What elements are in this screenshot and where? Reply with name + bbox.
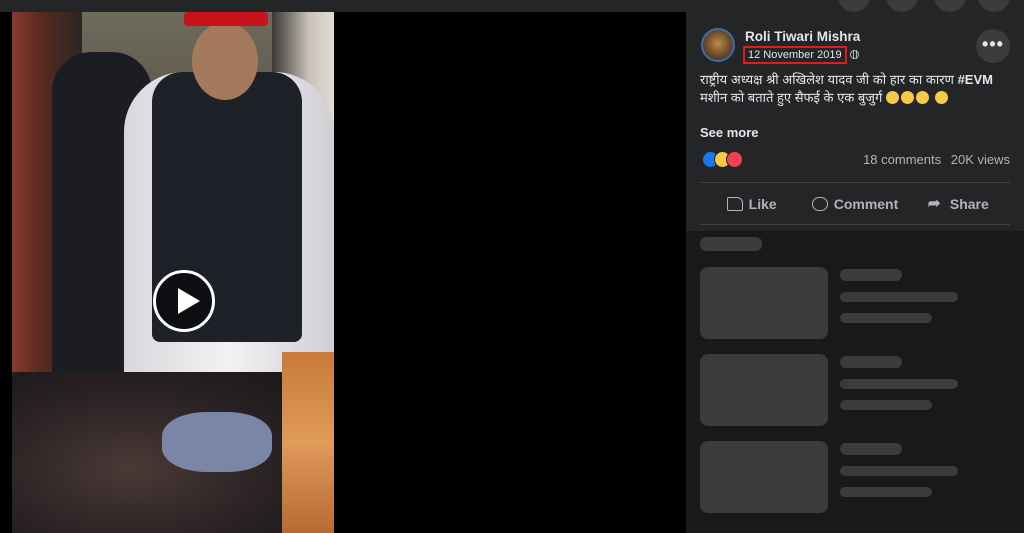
comments-count[interactable]: 18 comments bbox=[863, 152, 941, 167]
video-scene-head bbox=[192, 22, 258, 100]
skeleton-thumbnail bbox=[700, 267, 828, 339]
views-count: 20K views bbox=[950, 152, 1010, 167]
video-scene-red-cap bbox=[184, 12, 268, 26]
video-frame[interactable] bbox=[12, 12, 334, 533]
thumbs-up-icon bbox=[726, 197, 743, 211]
reactions-summary[interactable] bbox=[702, 151, 762, 168]
see-more-link[interactable]: See more bbox=[700, 125, 759, 140]
skeleton-bar bbox=[840, 487, 932, 497]
author-name[interactable]: Roli Tiwari Mishra bbox=[745, 29, 860, 44]
skeleton-thumbnail bbox=[700, 354, 828, 426]
top-icon-button[interactable] bbox=[838, 0, 870, 12]
avatar[interactable] bbox=[701, 28, 735, 62]
skeleton-bar bbox=[840, 466, 958, 476]
skeleton-bar bbox=[840, 379, 958, 389]
post-caption: राष्ट्रीय अध्यक्ष श्री अखिलेश यादव जी को… bbox=[700, 71, 1010, 107]
skeleton-bar bbox=[840, 443, 902, 455]
like-label: Like bbox=[748, 196, 777, 212]
video-scene-foreground bbox=[162, 412, 272, 472]
smile-emoji-icon bbox=[915, 91, 929, 104]
comment-button[interactable]: Comment bbox=[803, 187, 906, 221]
skeleton-bar bbox=[840, 313, 932, 323]
top-icon-button[interactable] bbox=[934, 0, 966, 12]
globe-icon bbox=[850, 50, 859, 59]
share-button[interactable]: Share bbox=[907, 187, 1010, 221]
skeleton-bar bbox=[840, 400, 932, 410]
divider bbox=[700, 224, 1010, 225]
share-arrow-icon bbox=[928, 194, 944, 212]
smile-emoji-icon bbox=[934, 91, 948, 104]
comment-label: Comment bbox=[833, 196, 899, 212]
video-scene-foreground bbox=[282, 352, 334, 533]
like-button[interactable]: Like bbox=[700, 187, 803, 221]
comment-bubble-icon bbox=[811, 197, 828, 211]
skeleton-thumbnail bbox=[700, 441, 828, 513]
hashtag-link[interactable]: #EVM bbox=[958, 72, 993, 87]
share-label: Share bbox=[949, 196, 989, 212]
comments-loading-placeholder bbox=[686, 231, 1024, 533]
skeleton-bar bbox=[840, 292, 958, 302]
post-panel: Roli Tiwari Mishra 12 November 2019 ••• … bbox=[686, 12, 1024, 533]
top-icon-button[interactable] bbox=[978, 0, 1010, 12]
love-reaction-icon bbox=[726, 151, 743, 168]
caption-text: मशीन को बताते हुए सैफई के एक बुजुर्ग bbox=[700, 90, 883, 105]
skeleton-bar bbox=[700, 237, 762, 251]
more-options-button[interactable]: ••• bbox=[976, 29, 1010, 63]
action-bar: Like Comment Share bbox=[700, 187, 1010, 221]
top-bar bbox=[0, 0, 1024, 12]
top-icon-button[interactable] bbox=[886, 0, 918, 12]
post-date[interactable]: 12 November 2019 bbox=[743, 46, 847, 64]
play-icon[interactable] bbox=[153, 270, 215, 332]
skeleton-bar bbox=[840, 269, 902, 281]
post-stats: 18 comments 20K views bbox=[857, 152, 1010, 167]
divider bbox=[700, 182, 1010, 183]
skeleton-bar bbox=[840, 356, 902, 368]
caption-text: राष्ट्रीय अध्यक्ष श्री अखिलेश यादव जी को… bbox=[700, 72, 954, 87]
smile-emoji-icon bbox=[885, 91, 899, 104]
smile-emoji-icon bbox=[900, 91, 914, 104]
video-player[interactable] bbox=[0, 12, 686, 533]
